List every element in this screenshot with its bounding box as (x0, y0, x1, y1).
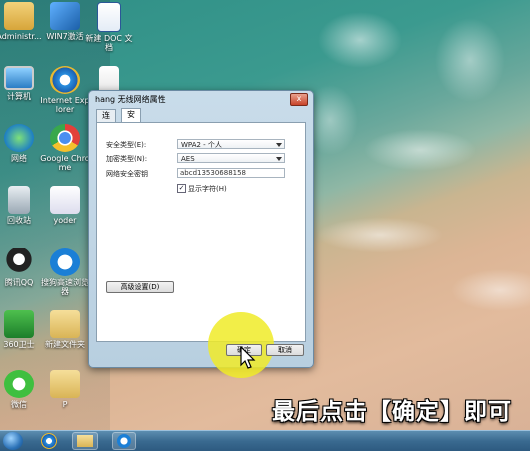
desktop-icon-label: Internet Explorer (40, 96, 90, 114)
sogou-icon (117, 434, 131, 448)
desktop-icon-label: P (62, 400, 68, 409)
start-orb-icon[interactable] (3, 432, 23, 450)
security-type-select[interactable]: WPA2 - 个人 (177, 139, 285, 149)
desktop-icon-recycle-bin[interactable]: 回收站 (0, 186, 44, 225)
tutorial-caption: 最后点击【确定】即可 (272, 399, 512, 425)
taskbar-sogou-button[interactable] (112, 432, 136, 450)
wechat-icon (4, 370, 34, 398)
taskbar (0, 430, 530, 451)
wireless-properties-dialog: hang 无线网络属性 x 连接 安全 安全类型(E): WPA2 - 个人 加… (88, 90, 314, 368)
folder-icon (50, 370, 80, 398)
cancel-button[interactable]: 取消 (266, 344, 304, 356)
sogou-browser-icon (50, 248, 80, 276)
desktop-icon-label: 回收站 (7, 216, 31, 225)
activation-icon (50, 2, 80, 30)
ie-icon (50, 66, 80, 94)
desktop-icon-label: WIN7激活 (46, 32, 84, 41)
chevron-down-icon (276, 157, 282, 161)
folder-icon (50, 310, 80, 338)
desktop-icon-new-folder[interactable]: 新建文件夹 (40, 310, 90, 349)
desktop-icon-label: Administr... (0, 32, 42, 41)
yoder-icon (50, 186, 80, 214)
close-button[interactable]: x (290, 93, 308, 106)
desktop-icon-label: 网络 (11, 154, 27, 163)
network-key-input[interactable]: abcd13530688158 (177, 168, 285, 178)
desktop-icon-label: yoder (53, 216, 77, 225)
advanced-settings-button[interactable]: 高级设置(D) (106, 281, 174, 293)
network-key-label: 网络安全密钥 (106, 170, 148, 178)
security-panel: 安全类型(E): WPA2 - 个人 加密类型(N): AES 网络安全密钥 a… (96, 122, 306, 342)
security-type-value: WPA2 - 个人 (181, 141, 222, 149)
desktop-icon-label: 腾讯QQ (4, 278, 34, 287)
chrome-icon (50, 124, 80, 152)
qq-icon (4, 248, 34, 276)
desktop-icon-administrator[interactable]: Administr... (0, 2, 44, 41)
desktop-icon-qq[interactable]: 腾讯QQ (0, 248, 44, 287)
word-doc-icon (97, 2, 121, 32)
ie-icon (41, 433, 57, 449)
desktop-icon-label: Google Chrome (40, 154, 90, 172)
show-characters-checkbox[interactable]: ✓ (177, 184, 186, 193)
desktop-icon-wechat[interactable]: 微信 (0, 370, 44, 409)
desktop-icon-label: 搜狗高速浏览器 (41, 278, 89, 296)
taskbar-ie-button[interactable] (38, 432, 60, 450)
chevron-down-icon (276, 143, 282, 147)
desktop-icon-computer[interactable]: 计算机 (0, 66, 44, 101)
desktop-icon-label: 新建文件夹 (45, 340, 85, 349)
taskbar-explorer-button[interactable] (72, 432, 98, 450)
network-icon (4, 124, 34, 152)
dialog-title: hang 无线网络属性 (95, 95, 166, 104)
mouse-cursor-icon (240, 346, 256, 369)
close-icon: x (296, 94, 302, 103)
encryption-type-value: AES (181, 155, 195, 163)
encryption-type-label: 加密类型(N): (106, 155, 148, 163)
computer-icon (4, 66, 34, 90)
tab-security[interactable]: 安全 (121, 108, 141, 131)
desktop-icon-google-chrome[interactable]: Google Chrome (40, 124, 90, 172)
desktop-icon-network[interactable]: 网络 (0, 124, 44, 163)
desktop-icon-internet-explorer[interactable]: Internet Explorer (40, 66, 90, 114)
desktop-icon-new-doc[interactable]: 新建 DOC 文档 (84, 2, 134, 52)
desktop-icon-sogou-browser[interactable]: 搜狗高速浏览器 (40, 248, 90, 296)
show-characters-label: 显示字符(H) (188, 185, 227, 193)
tab-connection[interactable]: 连接 (96, 109, 116, 132)
encryption-type-select[interactable]: AES (177, 153, 285, 163)
explorer-icon (77, 435, 93, 447)
desktop-icon-360[interactable]: 360卫士 (0, 310, 44, 349)
desktop-icon-yoder[interactable]: yoder (40, 186, 90, 225)
recycle-bin-icon (8, 186, 30, 214)
security-type-label: 安全类型(E): (106, 141, 147, 149)
desktop-icon-label: 360卫士 (3, 340, 35, 349)
network-key-value: abcd13530688158 (180, 169, 247, 177)
desktop-icon-win7-activation[interactable]: WIN7激活 (40, 2, 90, 41)
desktop-icon-p-folder[interactable]: P (40, 370, 90, 409)
checkmark-icon: ✓ (178, 184, 185, 192)
user-folder-icon (4, 2, 34, 30)
desktop-icon-label: 微信 (11, 400, 27, 409)
360-icon (4, 310, 34, 338)
desktop-icon-label: 新建 DOC 文档 (85, 34, 133, 52)
desktop-icon-label: 计算机 (7, 92, 31, 101)
